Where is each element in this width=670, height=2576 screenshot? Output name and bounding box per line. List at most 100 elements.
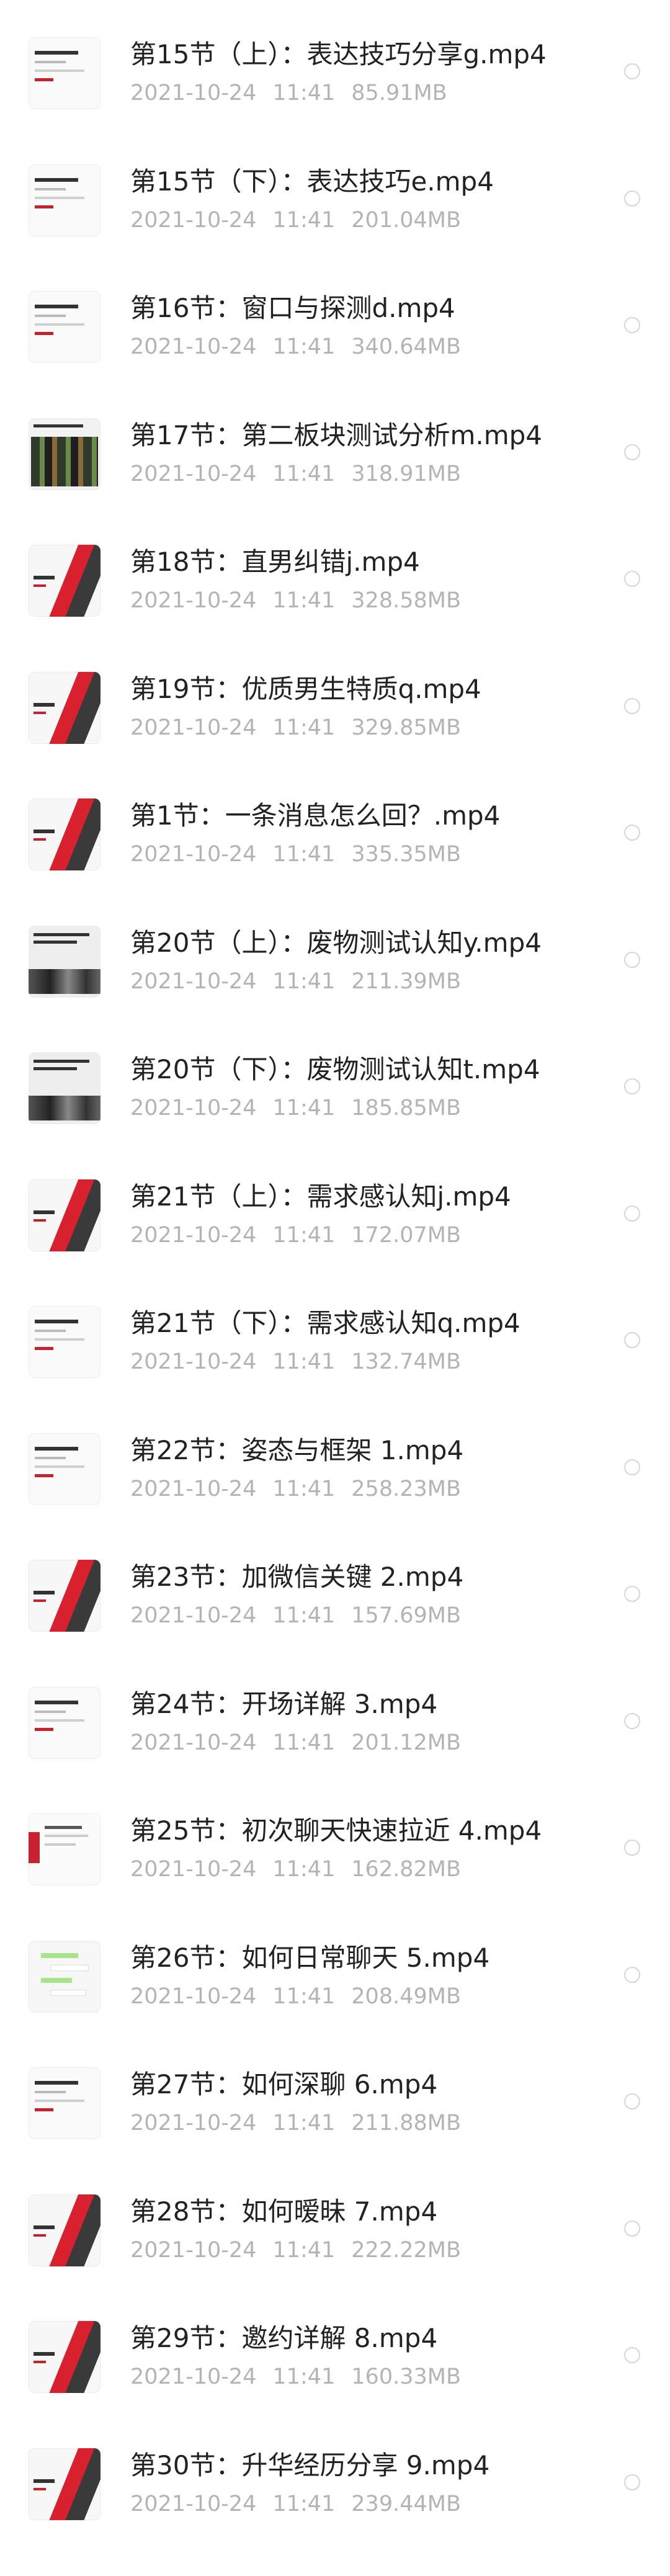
file-row[interactable]: 第24节：开场详解 3.mp4 2021-10-24 11:41 201.12MB	[0, 1686, 670, 1813]
file-row[interactable]: 第15节（上）：表达技巧分享g.mp4 2021-10-24 11:41 85.91M…	[0, 37, 670, 164]
select-radio[interactable]	[624, 63, 640, 79]
file-date: 2021-10-24	[130, 1349, 257, 1374]
file-size: 208.49MB	[351, 1983, 461, 2009]
file-size: 172.07MB	[351, 1222, 461, 1248]
video-thumbnail	[29, 1813, 100, 1885]
video-thumbnail	[29, 2448, 100, 2520]
file-row[interactable]: 第28节：如何暧昧 7.mp4 2021-10-24 11:41 222.22MB	[0, 2194, 670, 2321]
file-size: 160.33MB	[351, 2364, 461, 2389]
file-row[interactable]: 第21节（下）：需求感认知q.mp4 2021-10-24 11:41 132.74M…	[0, 1306, 670, 1433]
file-row[interactable]: 第29节：邀约详解 8.mp4 2021-10-24 11:41 160.33MB	[0, 2321, 670, 2448]
select-radio[interactable]	[624, 1205, 640, 1222]
file-size: 318.91MB	[351, 461, 461, 486]
file-time: 11:41	[272, 1983, 336, 2009]
file-meta: 2021-10-24 11:41 132.74MB	[130, 1348, 477, 1375]
file-date: 2021-10-24	[130, 2237, 257, 2263]
file-row[interactable]: 第26节：如何日常聊天 5.mp4 2021-10-24 11:41 208.49MB	[0, 1940, 670, 2067]
file-date: 2021-10-24	[130, 1222, 257, 1248]
file-meta: 2021-10-24 11:41 160.33MB	[130, 2363, 477, 2390]
file-row[interactable]: 第19节：优质男生特质q.mp4 2021-10-24 11:41 329.85MB	[0, 671, 670, 798]
select-radio[interactable]	[624, 190, 640, 207]
file-meta: 2021-10-24 11:41 211.39MB	[130, 968, 477, 995]
file-row[interactable]: 第20节（上）：废物测试认知y.mp4 2021-10-24 11:41 211.39…	[0, 925, 670, 1052]
select-radio[interactable]	[624, 571, 640, 587]
file-row[interactable]: 第30节：升华经历分享 9.mp4 2021-10-24 11:41 239.44MB	[0, 2448, 670, 2575]
file-meta: 2021-10-24 11:41 172.07MB	[130, 1222, 477, 1249]
video-thumbnail	[29, 1306, 100, 1378]
file-name: 第20节（下）：废物测试认知t.mp4	[130, 1054, 540, 1085]
select-radio[interactable]	[624, 2347, 640, 2363]
select-radio[interactable]	[624, 1078, 640, 1094]
file-size: 201.12MB	[351, 1730, 461, 1755]
select-radio[interactable]	[624, 1586, 640, 1602]
file-name: 第27节：如何深聊 6.mp4	[130, 2069, 438, 2100]
file-name: 第23节：加微信关键 2.mp4	[130, 1562, 464, 1592]
file-date: 2021-10-24	[130, 2491, 257, 2516]
file-meta: 2021-10-24 11:41 185.85MB	[130, 1094, 477, 1122]
select-radio[interactable]	[624, 317, 640, 333]
file-row[interactable]: 第21节（上）：需求感认知j.mp4 2021-10-24 11:41 172.07M…	[0, 1179, 670, 1306]
file-row[interactable]: 第23节：加微信关键 2.mp4 2021-10-24 11:41 157.69MB	[0, 1560, 670, 1686]
file-name: 第17节：第二板块测试分析m.mp4	[130, 419, 543, 450]
file-meta: 2021-10-24 11:41 211.88MB	[130, 2109, 477, 2137]
file-row[interactable]: 第17节：第二板块测试分析m.mp4 2021-10-24 11:41 318.91M…	[0, 418, 670, 545]
file-row[interactable]: 第22节：姿态与框架 1.mp4 2021-10-24 11:41 258.23MB	[0, 1433, 670, 1560]
select-radio[interactable]	[624, 2474, 640, 2490]
file-time: 11:41	[272, 588, 336, 613]
select-radio[interactable]	[624, 1840, 640, 1856]
file-date: 2021-10-24	[130, 968, 257, 994]
file-row[interactable]: 第18节：直男纠错j.mp4 2021-10-24 11:41 328.58MB	[0, 545, 670, 671]
file-list: 第15节（上）：表达技巧分享g.mp4 2021-10-24 11:41 85.91M…	[0, 0, 670, 2576]
select-radio[interactable]	[624, 951, 640, 968]
file-row[interactable]: 第20节（下）：废物测试认知t.mp4 2021-10-24 11:41 185.85…	[0, 1052, 670, 1179]
file-meta: 2021-10-24 11:41 335.35MB	[130, 841, 477, 868]
file-time: 11:41	[272, 842, 336, 867]
file-size: 185.85MB	[351, 1096, 461, 1120]
file-size: 201.04MB	[351, 207, 461, 233]
file-date: 2021-10-24	[130, 1983, 257, 2009]
select-radio[interactable]	[624, 1459, 640, 1475]
file-meta: 2021-10-24 11:41 208.49MB	[130, 1983, 477, 2010]
file-size: 328.58MB	[351, 588, 461, 613]
select-radio[interactable]	[624, 2220, 640, 2237]
file-name: 第21节（上）：需求感认知j.mp4	[130, 1181, 511, 1212]
file-time: 11:41	[272, 2237, 336, 2263]
file-name: 第29节：邀约详解 8.mp4	[130, 2323, 438, 2353]
file-row[interactable]: 第1节：一条消息怎么回？.mp4 2021-10-24 11:41 335.35MB	[0, 798, 670, 925]
file-name: 第15节（上）：表达技巧分享g.mp4	[130, 39, 547, 69]
file-meta: 2021-10-24 11:41 201.12MB	[130, 1729, 477, 1756]
select-radio[interactable]	[624, 697, 640, 714]
video-thumbnail	[29, 2067, 100, 2139]
file-name: 第19节：优质男生特质q.mp4	[130, 673, 481, 704]
file-row[interactable]: 第27节：如何深聊 6.mp4 2021-10-24 11:41 211.88MB	[0, 2067, 670, 2194]
file-time: 11:41	[272, 715, 336, 740]
file-row[interactable]: 第16节：窗口与探测d.mp4 2021-10-24 11:41 340.64MB	[0, 291, 670, 418]
file-size: 162.82MB	[351, 1857, 461, 1882]
video-thumbnail	[29, 37, 100, 109]
file-size: 211.88MB	[351, 2111, 461, 2135]
file-row[interactable]: 第25节：初次聊天快速拉近 4.mp4 2021-10-24 11:41 162.82…	[0, 1813, 670, 1940]
file-time: 11:41	[272, 1603, 336, 1628]
file-meta: 2021-10-24 11:41 328.58MB	[130, 587, 477, 614]
video-thumbnail	[29, 798, 100, 870]
select-radio[interactable]	[624, 2093, 640, 2109]
file-name: 第22节：姿态与框架 1.mp4	[130, 1434, 464, 1465]
file-date: 2021-10-24	[130, 1857, 257, 1882]
file-row[interactable]: 第15节（下）：表达技巧e.mp4 2021-10-24 11:41 201.04MB	[0, 164, 670, 291]
select-radio[interactable]	[624, 444, 640, 460]
file-name: 第24节：开场详解 3.mp4	[130, 1688, 438, 1719]
video-thumbnail	[29, 925, 100, 998]
select-radio[interactable]	[624, 825, 640, 841]
file-name: 第21节（下）：需求感认知q.mp4	[130, 1308, 520, 1338]
file-time: 11:41	[272, 207, 336, 233]
select-radio[interactable]	[624, 1712, 640, 1729]
file-name: 第18节：直男纠错j.mp4	[130, 547, 420, 577]
file-size: 85.91MB	[351, 81, 447, 105]
video-thumbnail	[29, 2194, 100, 2266]
video-thumbnail	[29, 1686, 100, 1759]
video-thumbnail	[29, 2321, 100, 2393]
select-radio[interactable]	[624, 1332, 640, 1348]
select-radio[interactable]	[624, 1966, 640, 1983]
file-size: 222.22MB	[351, 2237, 461, 2263]
video-thumbnail	[29, 291, 100, 363]
